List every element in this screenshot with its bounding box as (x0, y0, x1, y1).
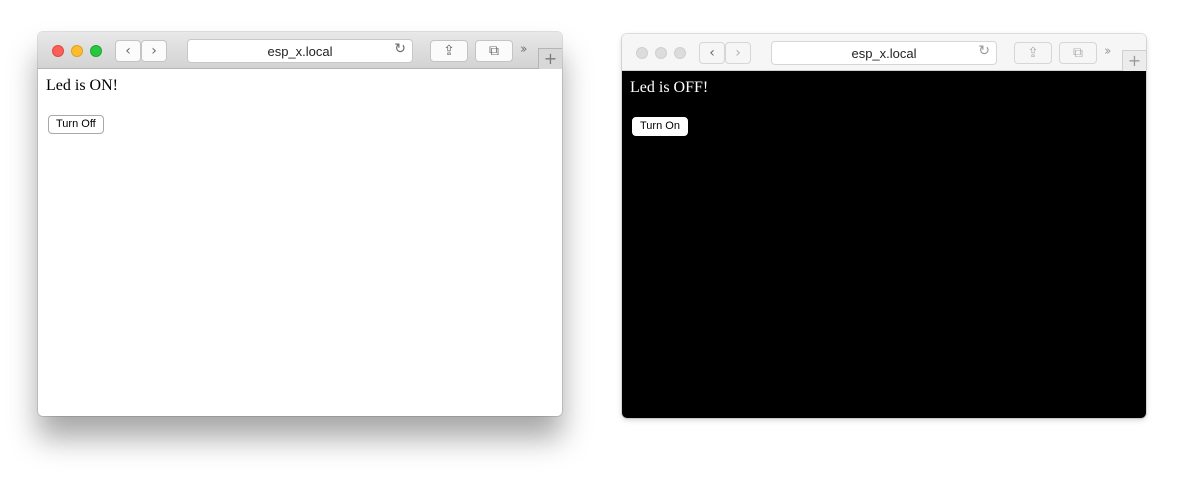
new-tab-button[interactable]: + (538, 48, 562, 69)
browser-toolbar: ‹ › esp_x.local ↻ ⇪ ⧉ ›› + (622, 34, 1146, 71)
share-icon: ⇪ (1027, 45, 1039, 61)
back-button[interactable]: ‹ (115, 40, 141, 62)
back-icon: ‹ (125, 43, 131, 59)
share-button[interactable]: ⇪ (1014, 42, 1052, 64)
plus-icon: + (543, 49, 558, 68)
url-text: esp_x.local (267, 44, 333, 59)
address-bar[interactable]: esp_x.local ↻ (187, 39, 413, 63)
led-status-heading: Led is OFF! (630, 79, 709, 96)
tabs-icon: ⧉ (489, 43, 499, 59)
new-tab-button[interactable]: + (1122, 50, 1146, 71)
zoom-window-button[interactable] (90, 45, 102, 57)
minimize-window-button[interactable] (655, 47, 667, 59)
page-content: Led is ON! Turn Off (38, 69, 562, 416)
share-icon: ⇪ (443, 43, 455, 59)
reload-icon[interactable]: ↻ (394, 41, 406, 57)
turn-on-button[interactable]: Turn On (632, 117, 688, 136)
overflow-chevron-icon[interactable]: ›› (1104, 44, 1112, 59)
back-button[interactable]: ‹ (699, 42, 725, 64)
turn-off-button[interactable]: Turn Off (48, 115, 104, 134)
zoom-window-button[interactable] (674, 47, 686, 59)
minimize-window-button[interactable] (71, 45, 83, 57)
forward-icon: › (735, 45, 741, 61)
show-tabs-button[interactable]: ⧉ (475, 40, 513, 62)
page-content: Led is OFF! Turn On (622, 71, 1146, 418)
browser-window-led-on: ‹ › esp_x.local ↻ ⇪ ⧉ ›› + Led is ON! Tu… (38, 32, 562, 416)
tabs-icon: ⧉ (1073, 45, 1083, 61)
show-tabs-button[interactable]: ⧉ (1059, 42, 1097, 64)
url-text: esp_x.local (851, 46, 917, 61)
reload-icon[interactable]: ↻ (978, 43, 990, 59)
close-window-button[interactable] (52, 45, 64, 57)
forward-button[interactable]: › (725, 42, 751, 64)
back-icon: ‹ (709, 45, 715, 61)
forward-button[interactable]: › (141, 40, 167, 62)
share-button[interactable]: ⇪ (430, 40, 468, 62)
led-status-heading: Led is ON! (46, 77, 118, 94)
address-bar[interactable]: esp_x.local ↻ (771, 41, 997, 65)
plus-icon: + (1127, 51, 1142, 70)
forward-icon: › (151, 43, 157, 59)
browser-toolbar: ‹ › esp_x.local ↻ ⇪ ⧉ ›› + (38, 32, 562, 69)
browser-window-led-off: ‹ › esp_x.local ↻ ⇪ ⧉ ›› + Led is OFF! T… (622, 34, 1146, 418)
close-window-button[interactable] (636, 47, 648, 59)
overflow-chevron-icon[interactable]: ›› (520, 42, 528, 57)
